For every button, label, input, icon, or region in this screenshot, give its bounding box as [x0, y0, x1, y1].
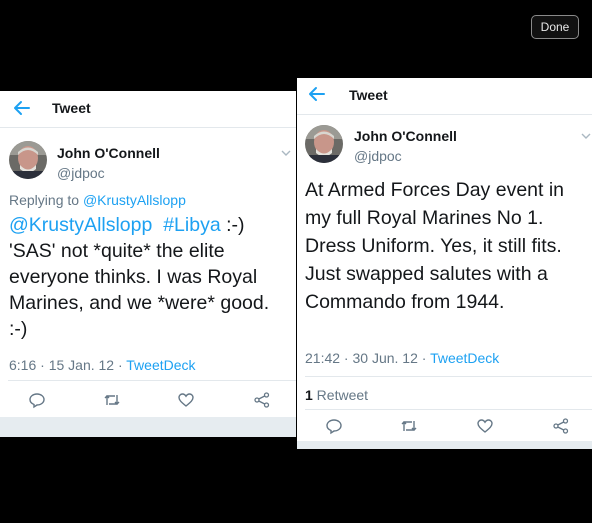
- like-icon[interactable]: [476, 417, 494, 435]
- source-link[interactable]: TweetDeck: [430, 350, 499, 366]
- reply-icon[interactable]: [28, 391, 46, 409]
- chevron-down-icon[interactable]: [281, 149, 291, 157]
- chevron-down-icon[interactable]: [581, 132, 591, 140]
- tweet-meta: 6:16 · 15 Jan. 12 · TweetDeck: [9, 357, 196, 373]
- avatar[interactable]: [305, 125, 343, 163]
- tweet-actions: [0, 385, 296, 415]
- tweet-text: @KrustyAllslopp #Libya :-) 'SAS' not *qu…: [9, 212, 289, 342]
- retweet-count[interactable]: 1 Retweet: [305, 387, 368, 403]
- tweet-meta: 21:42 · 30 Jun. 12 · TweetDeck: [305, 350, 499, 366]
- author-handle[interactable]: @jdpoc: [354, 148, 402, 164]
- tweet-actions: [297, 411, 592, 441]
- page-title: Tweet: [349, 87, 388, 103]
- divider: [305, 376, 592, 377]
- retweet-count-value: 1: [305, 387, 313, 403]
- back-arrow-icon[interactable]: [307, 84, 327, 104]
- like-icon[interactable]: [177, 391, 195, 409]
- replying-prefix: Replying to: [9, 192, 80, 208]
- divider: [8, 380, 296, 381]
- card-bottom-strip: [0, 417, 296, 437]
- page-title: Tweet: [52, 100, 91, 116]
- done-button[interactable]: Done: [531, 15, 579, 39]
- tweet-text: At Armed Forces Day event in my full Roy…: [305, 179, 565, 313]
- back-arrow-icon[interactable]: [12, 98, 32, 118]
- reply-icon[interactable]: [325, 417, 343, 435]
- share-icon[interactable]: [552, 417, 570, 435]
- avatar[interactable]: [9, 141, 47, 179]
- retweet-count-label: Retweet: [312, 387, 369, 403]
- author-name[interactable]: John O'Connell: [57, 145, 160, 161]
- tweet-timestamp: 6:16 · 15 Jan. 12 ·: [9, 357, 127, 373]
- tweet-header-bar: Tweet: [0, 91, 296, 128]
- tweet-card-2: Tweet John O'Connell @jdpoc At Armed For…: [297, 78, 592, 449]
- replying-to: Replying to @KrustyAllslopp: [9, 192, 186, 208]
- author-handle[interactable]: @jdpoc: [57, 165, 105, 181]
- tweet-timestamp: 21:42 · 30 Jun. 12 ·: [305, 350, 431, 366]
- author-name[interactable]: John O'Connell: [354, 128, 457, 144]
- mention-link[interactable]: @KrustyAllslopp: [9, 214, 152, 236]
- source-link[interactable]: TweetDeck: [126, 357, 195, 373]
- tweet-card-1: Tweet John O'Connell @jdpoc Replying to …: [0, 91, 296, 437]
- tweet-header-bar: Tweet: [297, 78, 592, 115]
- hashtag-link[interactable]: #Libya: [163, 214, 220, 236]
- retweet-icon[interactable]: [103, 391, 121, 409]
- replying-to-link[interactable]: @KrustyAllslopp: [83, 192, 186, 208]
- share-icon[interactable]: [253, 391, 271, 409]
- card-bottom-strip: [297, 441, 592, 449]
- retweet-icon[interactable]: [400, 417, 418, 435]
- divider: [305, 409, 592, 410]
